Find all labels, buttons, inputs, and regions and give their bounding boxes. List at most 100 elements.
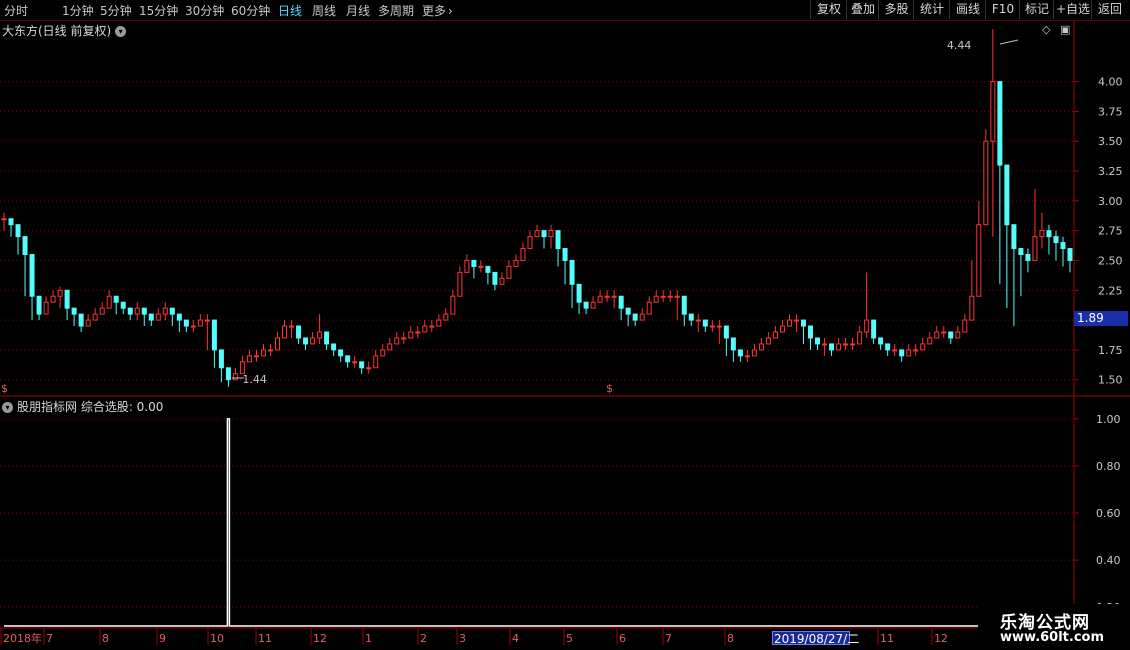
candle-body — [506, 265, 512, 279]
candle-body — [113, 295, 119, 303]
candle-body — [366, 367, 372, 370]
candle-body — [850, 343, 856, 346]
candle-body — [492, 271, 498, 285]
candle-body — [141, 307, 147, 315]
candle-body — [597, 295, 603, 303]
candle-body — [857, 331, 863, 345]
indicator-title: ▾ 股朋指标网 综合选股: 0.00 — [2, 398, 163, 415]
candle-body — [422, 325, 428, 333]
candle-body — [1, 218, 7, 221]
candle-body — [674, 295, 680, 298]
candle-body — [43, 301, 49, 315]
price-tick-label: 3.50 — [1098, 135, 1123, 148]
candle-body — [688, 313, 694, 321]
chart-canvas: 1.501.752.002.252.502.753.003.253.503.75… — [0, 21, 1130, 645]
candle-body — [204, 319, 210, 322]
candle-body — [268, 349, 273, 352]
candle-body — [359, 361, 365, 369]
current-price-tag: 1.89 — [1074, 311, 1128, 326]
candle-body — [232, 373, 238, 381]
candle-body — [324, 331, 330, 345]
date-label: 9 — [159, 632, 166, 645]
candle-body — [779, 325, 785, 333]
candle-body — [317, 331, 323, 339]
candle-body — [1032, 236, 1038, 261]
candle-body — [815, 337, 821, 345]
candle-body — [878, 337, 884, 345]
candle-body — [239, 361, 245, 375]
candle-body — [513, 259, 519, 267]
date-label: 3 — [459, 632, 466, 645]
candle-body — [555, 230, 561, 250]
date-label: 10 — [210, 632, 224, 645]
date-label: 8 — [102, 632, 109, 645]
candle-body — [948, 331, 954, 339]
selected-date-tag: 2019/08/27/二 — [772, 631, 860, 646]
candle-body — [225, 367, 231, 381]
candle-body — [786, 319, 792, 327]
candle-body — [485, 265, 491, 273]
candle-body — [134, 307, 140, 315]
candle-body — [36, 295, 42, 315]
candle-body — [709, 325, 715, 328]
candle-body — [50, 295, 56, 303]
candle-body — [275, 337, 281, 351]
candle-body — [660, 295, 666, 298]
high-arrow — [999, 39, 1019, 45]
candle-body — [681, 295, 687, 315]
candle-body — [197, 319, 203, 327]
candle-body — [1060, 242, 1066, 250]
panel-toggle-icon[interactable]: ▣ — [1060, 23, 1070, 36]
candle-body — [499, 277, 505, 285]
date-label: 1 — [365, 632, 372, 645]
date-label: 8 — [727, 632, 734, 645]
candle-body — [899, 349, 905, 357]
candle-body — [892, 349, 898, 352]
candle-body — [1025, 254, 1031, 261]
candle-body — [443, 313, 449, 321]
indicator-tick-label: 0.60 — [1096, 507, 1121, 520]
price-tick-label: 3.75 — [1098, 105, 1123, 118]
candle-body — [464, 259, 470, 273]
indicator-label: 股朋指标网 综合选股: 0.00 — [17, 400, 164, 414]
candle-body — [1053, 236, 1059, 244]
candle-body — [808, 325, 814, 339]
candle-body — [829, 343, 835, 351]
date-label: 2 — [420, 632, 427, 645]
candle-body — [843, 343, 849, 346]
candle-body — [920, 343, 926, 351]
candle-body — [1039, 230, 1045, 238]
candle-body — [618, 295, 624, 309]
candle-body — [310, 337, 316, 345]
candle-body — [352, 361, 358, 364]
candle-body — [765, 337, 771, 345]
candle-body — [338, 349, 344, 357]
candle-body — [969, 295, 975, 321]
candle-body — [976, 224, 982, 297]
candle-body — [1067, 248, 1073, 261]
candle-body — [22, 236, 28, 256]
chevron-down-icon[interactable]: ▾ — [2, 402, 13, 413]
candle-body — [906, 349, 912, 357]
candle-body — [373, 355, 379, 369]
candle-body — [934, 331, 940, 339]
candle-body — [653, 295, 659, 303]
candle-body — [450, 295, 456, 315]
candle-body — [183, 319, 189, 327]
candle-body — [457, 271, 463, 297]
date-label: 12 — [313, 632, 327, 645]
indicator-tick-label: 0.80 — [1096, 460, 1121, 473]
diamond-icon[interactable]: ◇ — [1042, 23, 1051, 36]
candle-body — [64, 289, 70, 309]
candle-body — [331, 343, 337, 351]
candle-body — [716, 325, 722, 328]
price-tick-label: 2.25 — [1098, 284, 1123, 297]
candle-body — [471, 259, 477, 267]
candle-body — [71, 307, 77, 315]
indicator-gridlines — [0, 418, 1074, 608]
price-tick-label: 2.75 — [1098, 225, 1123, 238]
candle-body — [155, 313, 161, 321]
candle-body — [380, 349, 386, 357]
price-tick-label: 3.00 — [1098, 195, 1123, 208]
candle-body — [527, 236, 533, 250]
